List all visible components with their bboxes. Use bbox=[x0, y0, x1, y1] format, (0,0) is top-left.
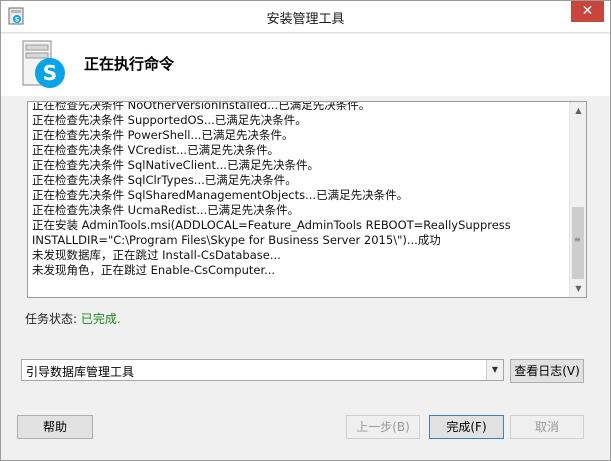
log-line: 未发现数据库，正在跳过 Install-CsDatabase... bbox=[32, 248, 281, 262]
log-line: 正在检查先决条件 VCredist...已满足先决条件。 bbox=[32, 143, 280, 157]
status-value: 已完成. bbox=[80, 312, 121, 326]
finish-button[interactable]: 完成(F) bbox=[429, 415, 504, 439]
scroll-up-arrow-icon[interactable]: ▲ bbox=[570, 102, 586, 119]
log-line: 正在检查先决条件 SqlNativeClient...已满足先决条件。 bbox=[32, 158, 319, 172]
log-line: 正在检查先决条件 UcmaRedist...已满足先决条件。 bbox=[32, 203, 300, 217]
log-lines: 正在检查先决条件 NoOtherVersionInstalled...已满足先决… bbox=[32, 101, 570, 278]
log-line: 正在检查先决条件 SqlSharedManagementObjects...已满… bbox=[32, 188, 409, 202]
status-label: 任务状态: bbox=[25, 312, 81, 326]
cancel-button[interactable]: 取消 bbox=[510, 415, 584, 439]
page-title: 正在执行命令 bbox=[84, 55, 175, 73]
log-line: 正在检查先决条件 SupportedOS...已满足先决条件。 bbox=[32, 113, 307, 127]
log-line: 未发现角色，正在跳过 Enable-CsComputer... bbox=[32, 263, 276, 277]
close-button[interactable]: ✕ bbox=[571, 1, 604, 22]
task-status: 任务状态: 已完成. bbox=[25, 310, 121, 327]
window-title: 安装管理工具 bbox=[266, 12, 345, 27]
command-log[interactable]: 正在检查先决条件 NoOtherVersionInstalled...已满足先决… bbox=[27, 101, 587, 298]
log-line: 正在检查先决条件 PowerShell...已满足先决条件。 bbox=[32, 128, 294, 142]
setup-window: S 安装管理工具 ✕ S 正在执行命令 正在检查先决条件 NoOtherVers… bbox=[0, 0, 611, 461]
grip-icon: ≡ bbox=[574, 235, 581, 244]
skype-server-icon: S bbox=[17, 39, 69, 91]
view-log-button[interactable]: 查看日志(V) bbox=[510, 359, 584, 383]
back-button[interactable]: 上一步(B) bbox=[346, 415, 420, 439]
svg-text:S: S bbox=[43, 61, 57, 85]
log-line: 正在检查先决条件 NoOtherVersionInstalled...已满足先决… bbox=[32, 101, 371, 112]
page-header: S 正在执行命令 bbox=[1, 34, 610, 96]
log-line: 正在检查先决条件 SqlClrTypes...已满足先决条件。 bbox=[32, 173, 297, 187]
log-scrollbar[interactable]: ▲ ≡ ▼ bbox=[569, 102, 586, 297]
chevron-down-icon[interactable]: ▼ bbox=[486, 360, 503, 380]
help-button[interactable]: 帮助 bbox=[17, 415, 93, 439]
log-line: INSTALLDIR="C:\Program Files\Skype for B… bbox=[32, 233, 441, 247]
log-line: 正在安装 AdminTools.msi(ADDLOCAL=Feature_Adm… bbox=[32, 218, 511, 232]
task-select[interactable]: 引导数据库管理工具 ▼ bbox=[21, 359, 504, 381]
scroll-down-arrow-icon[interactable]: ▼ bbox=[570, 280, 586, 297]
title-bar: S 安装管理工具 ✕ bbox=[1, 1, 610, 33]
scroll-thumb[interactable]: ≡ bbox=[572, 207, 584, 279]
task-select-value: 引导数据库管理工具 bbox=[26, 365, 135, 379]
